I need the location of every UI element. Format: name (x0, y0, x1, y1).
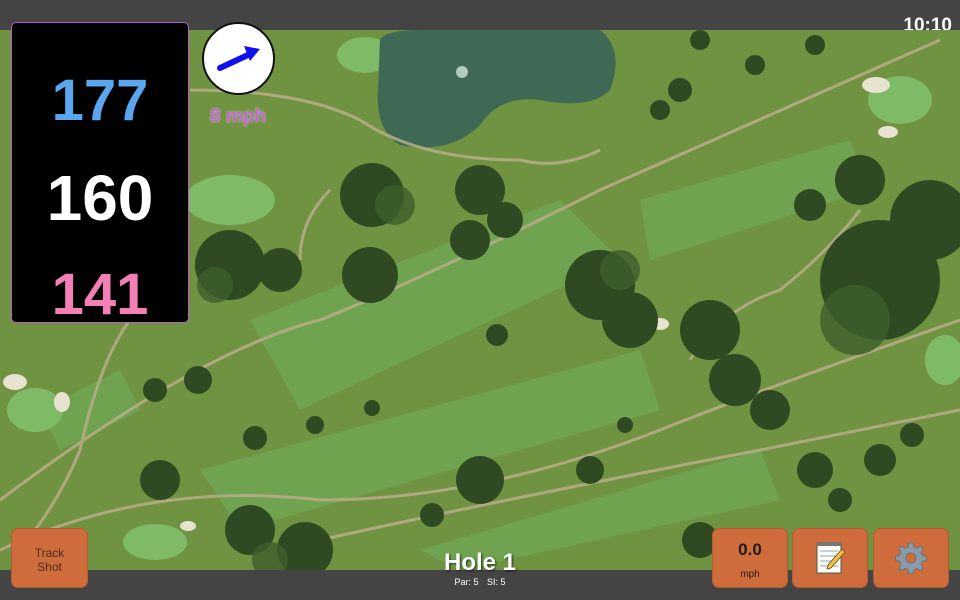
hole-details: Par: 5 SI: 5 (380, 577, 580, 587)
wind-direction-compass (202, 22, 275, 95)
middle-distance: 160 (46, 162, 154, 234)
wind-speed-unit: mph (740, 569, 760, 580)
notepad-icon (816, 542, 845, 574)
arrow-icon (217, 46, 260, 71)
wind-speed-value: 0.0 (738, 540, 762, 559)
track-shot-label-line2: Shot (37, 560, 62, 574)
front-distance: 141 (51, 262, 149, 327)
gear-icon (895, 542, 927, 574)
track-shot-label-line1: Track (34, 546, 65, 560)
golf-gps-screen: 10:10 177 160 141 8 mph Track Shot Hole … (0, 0, 960, 600)
distance-panel: 177 160 141 (11, 22, 189, 327)
hole-title: Hole 1 (443, 549, 517, 576)
par-label: Par: 5 (454, 577, 479, 587)
stroke-index-label: SI: 5 (487, 577, 506, 587)
wind-speed-button[interactable]: 0.0 mph (712, 528, 788, 588)
back-distance: 177 (51, 68, 149, 133)
settings-button[interactable] (873, 528, 949, 588)
track-shot-button[interactable]: Track Shot (11, 528, 88, 588)
wind-speed-label: 8 mph (210, 106, 266, 127)
notes-button[interactable] (792, 528, 868, 588)
